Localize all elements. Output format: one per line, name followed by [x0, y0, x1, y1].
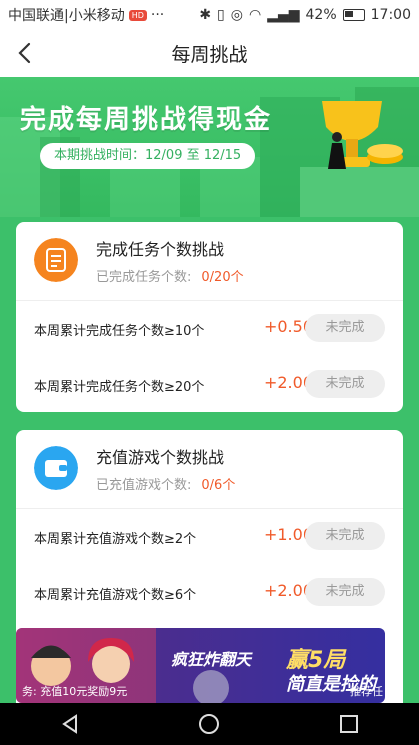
recents-square-icon[interactable]: [337, 712, 361, 736]
game-card-subtitle: 已充值游戏个数: 0/6个: [96, 474, 235, 493]
page-title: 每周挑战: [171, 44, 248, 66]
game-card-header: 充值游戏个数挑战 已充值游戏个数: 0/6个: [16, 430, 403, 509]
task-card-subtitle: 已完成任务个数: 0/20个: [96, 266, 244, 285]
hero-banner: 完成每周挑战得现金 本期挑战时间：12/09 至 12/15: [0, 77, 419, 217]
task-row-label: 本周累计完成任务个数≥20个: [34, 380, 205, 395]
task-row-status-button[interactable]: 未完成: [305, 314, 385, 342]
hero-headline: 完成每周挑战得现金: [20, 105, 273, 135]
vibrate-icon: ▯: [217, 7, 225, 23]
game-row: 本周累计充值游戏个数≥6个 +2.00 未完成: [16, 564, 403, 620]
promo-banner[interactable]: 疯狂炸翻天 赢5局 简直是捡的 务: 充值10元奖励9元 推荐任: [16, 628, 385, 703]
system-nav-bar: [0, 703, 419, 745]
game-row-status-button[interactable]: 未完成: [305, 578, 385, 606]
task-card-title: 完成任务个数挑战: [96, 240, 225, 259]
game-row: 本周累计充值游戏个数≥2个 +1.00 未完成: [16, 508, 403, 564]
task-progress-label: 已完成任务个数:: [96, 270, 192, 285]
task-row: 本周累计完成任务个数≥20个 +2.00 未完成: [16, 356, 403, 412]
promo-caption-right: 推荐任: [350, 685, 383, 698]
game-row-status-button[interactable]: 未完成: [305, 522, 385, 550]
battery-icon: [342, 9, 365, 21]
game-progress-value: 0/6个: [201, 478, 236, 493]
task-challenge-card: 完成任务个数挑战 已完成任务个数: 0/20个 本周累计完成任务个数≥10个 +0…: [16, 222, 403, 412]
game-row-label: 本周累计充值游戏个数≥6个: [34, 588, 197, 603]
challenge-period: 本期挑战时间：12/09 至 12/15: [40, 143, 256, 169]
task-row-status-button[interactable]: 未完成: [305, 370, 385, 398]
wifi-icon: ◠: [248, 7, 262, 23]
task-row-label: 本周累计完成任务个数≥10个: [34, 324, 205, 339]
battery-percent: 42%: [305, 7, 337, 23]
promo-slogan-1: 疯狂炸翻天: [171, 650, 252, 669]
task-progress-value: 0/20个: [201, 270, 244, 285]
hd-badge: HD: [128, 9, 147, 21]
home-circle-icon[interactable]: [197, 712, 221, 736]
task-card-header: 完成任务个数挑战 已完成任务个数: 0/20个: [16, 222, 403, 301]
game-row-label: 本周累计充值游戏个数≥2个: [34, 532, 197, 547]
game-progress-label: 已充值游戏个数:: [96, 478, 192, 493]
nav-bar: 每周挑战: [0, 30, 419, 77]
more-dots: ···: [150, 7, 165, 23]
game-card-title: 充值游戏个数挑战: [96, 448, 225, 467]
back-triangle-icon[interactable]: [58, 712, 82, 736]
clock: 17:00: [370, 7, 411, 23]
status-bar: 中国联通|小米移动 HD ··· ✱ ▯ ◎ ◠ ▂▄▆ 42% 17:00: [0, 0, 419, 30]
bluetooth-icon: ✱: [199, 7, 212, 23]
signal-icon: ▂▄▆: [267, 7, 300, 23]
promo-caption-left: 务: 充值10元奖励9元: [22, 685, 128, 698]
task-list-icon: [34, 238, 78, 282]
eye-icon: ◎: [230, 7, 243, 23]
task-row: 本周累计完成任务个数≥10个 +0.50 未完成: [16, 300, 403, 356]
back-arrow-icon[interactable]: [14, 40, 38, 66]
carrier-text: 中国联通|小米移动: [8, 8, 125, 24]
wallet-icon: [34, 446, 78, 490]
